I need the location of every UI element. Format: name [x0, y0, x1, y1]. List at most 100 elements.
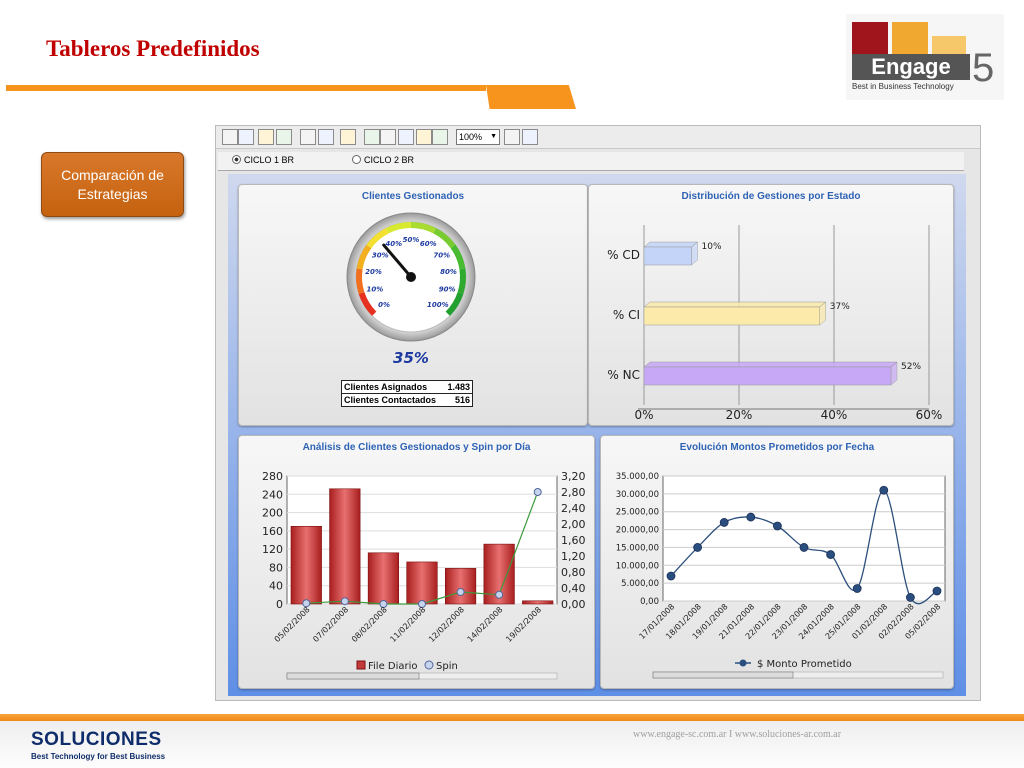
- footer-bar: [0, 714, 1024, 721]
- bar: [643, 306, 820, 326]
- gauge-tick-label: 10%: [366, 286, 383, 294]
- y-tick-label-right: 0,40: [561, 582, 586, 595]
- bar: [643, 246, 692, 266]
- gauge-tick-label: 20%: [365, 268, 382, 276]
- logo-number: 5: [972, 46, 995, 90]
- export-excel-icon[interactable]: [504, 129, 520, 145]
- legend-bar-swatch: [356, 660, 366, 670]
- y-tick-label-left: 280: [262, 470, 283, 483]
- gauge-needle-hub: [406, 272, 416, 282]
- radio-ciclo-1[interactable]: CICLO 1 BR: [232, 155, 294, 165]
- y-tick-label: 20.000,00: [616, 526, 659, 536]
- y-tick-label: 0,00: [640, 597, 659, 607]
- save-icon[interactable]: [300, 129, 316, 145]
- gauge-tick-label: 50%: [403, 236, 420, 244]
- legend: File Diario Spin: [356, 660, 458, 672]
- bar: [406, 561, 438, 605]
- y-tick-label: 25.000,00: [616, 508, 659, 518]
- y-tick-label-left: 0: [276, 598, 283, 611]
- logo-square-yellow: [932, 36, 966, 54]
- bar-top-face: [643, 361, 898, 368]
- radio-label: CICLO 1 BR: [244, 155, 295, 165]
- spin-point: [495, 590, 504, 599]
- x-tick-label: 40%: [821, 408, 848, 422]
- scrollbar-thumb: [652, 671, 794, 679]
- spin-point: [340, 597, 349, 606]
- settings-icon[interactable]: [340, 129, 356, 145]
- monto-point: [905, 593, 915, 602]
- export-icon[interactable]: [416, 129, 432, 145]
- title-underline: [6, 85, 486, 91]
- table-row: Clientes Asignados 1.483: [342, 381, 472, 394]
- page-icon[interactable]: [276, 129, 292, 145]
- dashboard-area: Clientes Gestionados 0% 10% 20% 30% 40% 50% 60…: [228, 174, 966, 696]
- x-tick-label: 60%: [916, 408, 943, 422]
- gauge-tick-label: 60%: [420, 240, 437, 248]
- logo-square-orange: [892, 22, 928, 54]
- logo-square-red: [852, 22, 888, 54]
- x-tick-label: 20%: [726, 408, 753, 422]
- gauge-tick-label: 30%: [372, 252, 389, 260]
- zoom-select[interactable]: 100% ▼: [456, 129, 500, 145]
- x-tick-label: 14/02/2008: [466, 605, 505, 644]
- monto-point: [932, 586, 942, 596]
- monto-point: [666, 571, 676, 581]
- scrollbar-thumb: [286, 672, 420, 680]
- y-tick-label-right: 1,60: [561, 534, 586, 547]
- new-page-icon[interactable]: [238, 129, 254, 145]
- footer-websites[interactable]: www.engage-sc.com.ar I www.soluciones-ar…: [633, 729, 841, 740]
- dashboard-app-window: 100% ▼ CICLO 1 BR CICLO 2 BR Clientes Ges…: [215, 125, 981, 701]
- distribution-panel: Distribución de Gestiones por Estado 0% 2…: [588, 184, 954, 426]
- bar-top-face: [643, 241, 699, 248]
- monto-point: [693, 543, 702, 552]
- print-icon[interactable]: [318, 129, 334, 145]
- import-icon[interactable]: [522, 129, 538, 145]
- edit-icon[interactable]: [222, 129, 238, 145]
- radio-selected-icon: [232, 155, 241, 164]
- button-label-line1: Comparación de: [61, 166, 164, 183]
- y-tick-label-right: 2,40: [561, 502, 586, 515]
- help-icon[interactable]: [380, 129, 396, 145]
- legend-label-spin: Spin: [436, 661, 458, 672]
- bar-data-label: 10%: [702, 242, 722, 252]
- x-tick-label: 19/02/2008: [504, 605, 543, 644]
- bar-data-label: 52%: [901, 362, 921, 372]
- engage-logo: Engage 5 Best in Business Technology: [846, 14, 1004, 100]
- gauge-tick-label: 0%: [378, 301, 390, 309]
- y-tick-label-right: 0,80: [561, 566, 586, 579]
- bar: [444, 568, 477, 605]
- slide-title: Tableros Predefinidos: [46, 36, 260, 61]
- gauge-arc-segment: [457, 268, 466, 294]
- comparacion-estrategias-button[interactable]: Comparación de Estrategias: [41, 152, 184, 217]
- y-tick-label: 5.000,00: [621, 579, 659, 589]
- select-icon[interactable]: [258, 129, 274, 145]
- radio-ciclo-2[interactable]: CICLO 2 BR: [352, 155, 414, 165]
- logo-tagline: Best in Business Technology: [852, 82, 954, 91]
- legend: $ Monto Prometido: [735, 659, 852, 670]
- chevron-down-icon: ▼: [490, 133, 497, 140]
- bar: [290, 525, 322, 605]
- distribution-chart: 0% 20% 40% 60% 10% % CD 37% % CI 52% % NC: [607, 225, 943, 422]
- pdf-icon[interactable]: [432, 129, 448, 145]
- monto-point: [879, 485, 889, 495]
- bar-data-label: 37%: [830, 302, 850, 312]
- gauge-value-label: 35%: [393, 349, 429, 367]
- gauge-tick-label: 100%: [427, 301, 449, 309]
- y-tick-label: 30.000,00: [616, 490, 659, 500]
- y-tick-label: 10.000,00: [616, 561, 659, 571]
- y-tick-label-left: 120: [262, 543, 283, 556]
- document-icon[interactable]: [398, 129, 414, 145]
- y-tick-label-left: 200: [262, 507, 283, 520]
- y-tick-label-left: 160: [262, 525, 283, 538]
- refresh-icon[interactable]: [364, 129, 380, 145]
- gauge-tick-label: 90%: [439, 286, 456, 294]
- zoom-value: 100%: [459, 132, 483, 142]
- gauge-panel: Clientes Gestionados 0% 10% 20% 30% 40% 50% 60…: [238, 184, 588, 426]
- toolbar: 100% ▼: [216, 126, 980, 149]
- gauge-arc-segment: [356, 268, 365, 294]
- y-tick-label-left: 240: [262, 488, 283, 501]
- legend-label-monto: $ Monto Prometido: [757, 659, 852, 670]
- soluciones-tagline: Best Technology for Best Business: [31, 752, 166, 761]
- bar: [367, 552, 400, 605]
- row-label: Clientes Contactados: [344, 395, 437, 405]
